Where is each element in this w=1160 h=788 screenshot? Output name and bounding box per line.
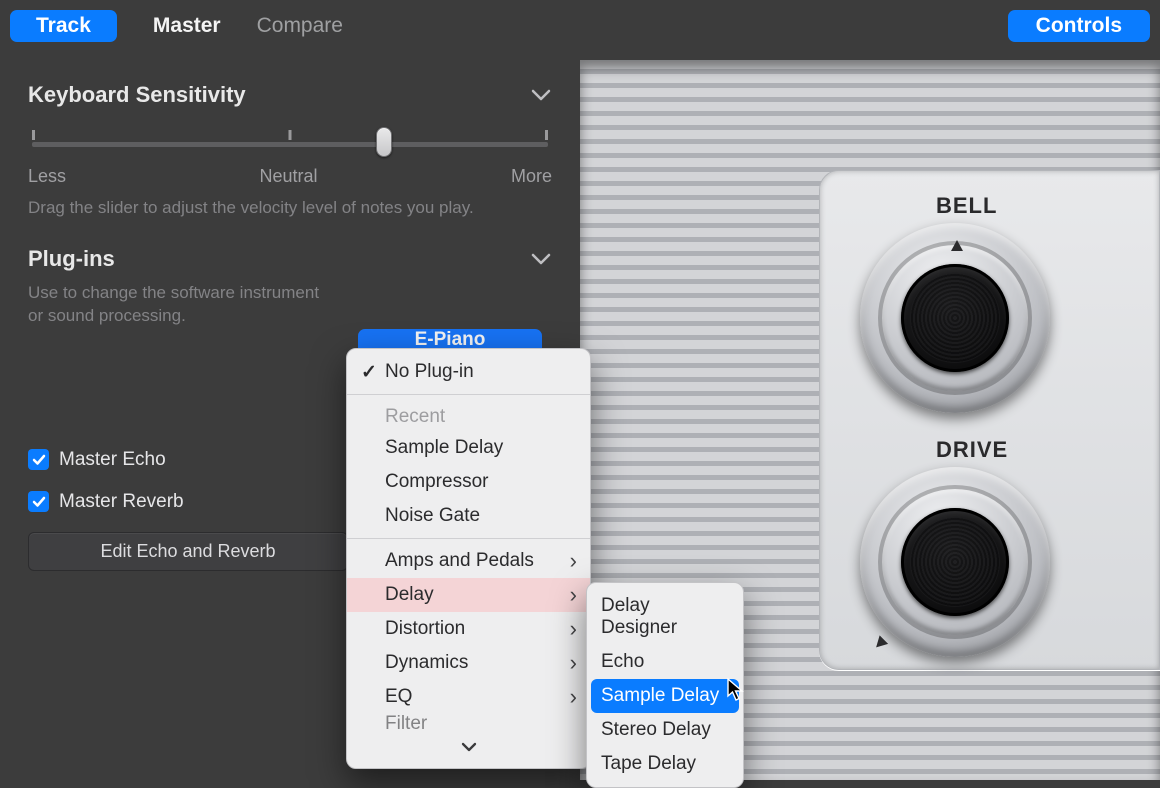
slider-labels: Less Neutral More [28,166,552,187]
master-echo-label: Master Echo [59,449,166,471]
chevron-down-icon [530,248,552,270]
slider-neutral-label: Neutral [259,166,317,187]
delay-submenu: Delay Designer Echo Sample Delay Stereo … [586,582,744,788]
plugin-slot[interactable]: E-Piano [358,329,542,349]
menu-separator [347,538,590,539]
section-keyboard-sensitivity[interactable]: Keyboard Sensitivity [28,82,552,108]
knob-pointer-icon [872,635,888,651]
knob-bell-label: BELL [936,193,1159,219]
knob-pointer-icon [951,240,963,251]
menu-item-amps-and-pedals[interactable]: Amps and Pedals [347,544,590,578]
section-plugins[interactable]: Plug-ins [28,246,552,272]
menu-item-recent[interactable]: Sample Delay [347,431,590,465]
plugins-help-text: Use to change the software instrument or… [28,282,328,328]
submenu-item-stereo-delay[interactable]: Stereo Delay [587,713,743,747]
menu-item-eq[interactable]: EQ [347,680,590,714]
menu-item-dynamics[interactable]: Dynamics [347,646,590,680]
menu-item-no-plugin[interactable]: No Plug-in [347,355,590,389]
knob-group-drive: DRIVE [860,437,1159,657]
submenu-item-delay-designer[interactable]: Delay Designer [587,589,743,645]
section-title: Keyboard Sensitivity [28,82,246,108]
slider-less-label: Less [28,166,66,187]
menu-item-recent[interactable]: Compressor [347,465,590,499]
submenu-item-tape-delay[interactable]: Tape Delay [587,747,743,781]
tab-master[interactable]: Master [153,10,221,42]
knob-cap [901,508,1009,616]
knob-drive-label: DRIVE [936,437,1159,463]
master-reverb-label: Master Reverb [59,491,184,513]
chevron-down-icon [530,84,552,106]
controls-button[interactable]: Controls [1008,10,1150,42]
slider-thumb[interactable] [376,127,392,157]
menu-item-recent[interactable]: Noise Gate [347,499,590,533]
menu-scroll-down-icon[interactable] [347,734,590,762]
section-title: Plug-ins [28,246,115,272]
tab-compare[interactable]: Compare [257,10,343,42]
top-bar: Track Master Compare Controls [0,0,1160,66]
master-reverb-checkbox[interactable] [28,491,49,512]
instrument-faceplate: BELL DRIVE [819,170,1160,670]
slider-more-label: More [511,166,552,187]
knob-group-bell: BELL [860,193,1159,413]
submenu-item-echo[interactable]: Echo [587,645,743,679]
edit-echo-reverb-button[interactable]: Edit Echo and Reverb [28,532,348,571]
menu-item-delay[interactable]: Delay [347,578,590,612]
menu-recent-label: Recent [347,400,590,431]
submenu-item-sample-delay[interactable]: Sample Delay [591,679,739,713]
tab-group: Track Master Compare [10,10,343,42]
knob-cap [901,264,1009,372]
knob-bell[interactable] [860,223,1050,413]
sensitivity-help-text: Drag the slider to adjust the velocity l… [28,197,552,220]
tab-track[interactable]: Track [10,10,117,42]
menu-item-distortion[interactable]: Distortion [347,612,590,646]
knob-drive[interactable] [860,467,1050,657]
menu-separator [347,394,590,395]
plugin-menu: No Plug-in Recent Sample Delay Compresso… [346,348,591,769]
master-echo-checkbox[interactable] [28,449,49,470]
menu-item-filter[interactable]: Filter [347,714,590,734]
sensitivity-slider[interactable]: Less Neutral More Drag the slider to adj… [28,130,552,220]
